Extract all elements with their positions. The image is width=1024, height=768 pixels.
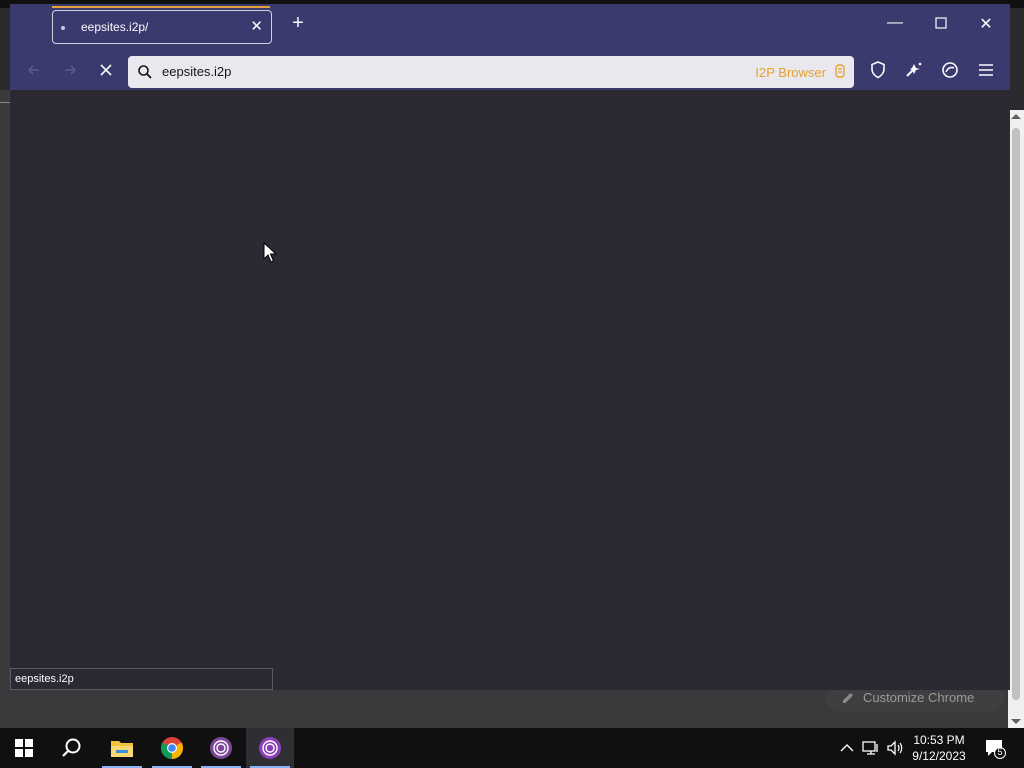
address-bar[interactable]: eepsites.i2p I2P Browser bbox=[128, 56, 854, 88]
close-window-button[interactable]: ✕ bbox=[971, 14, 1001, 34]
maximize-icon bbox=[935, 17, 947, 29]
address-bar-url[interactable]: eepsites.i2p bbox=[162, 64, 231, 79]
navigation-toolbar: eepsites.i2p I2P Browser bbox=[10, 50, 1010, 90]
tab-active-indicator bbox=[52, 6, 270, 8]
tab-strip: eepsites.i2p/ ✕ + — ✕ bbox=[10, 4, 1010, 50]
background-scrollbar[interactable] bbox=[1008, 110, 1024, 728]
maximize-button[interactable] bbox=[926, 14, 956, 34]
i2p-circle-icon[interactable] bbox=[938, 58, 962, 82]
scrollbar-thumb[interactable] bbox=[1012, 128, 1020, 700]
stop-loading-button[interactable] bbox=[94, 58, 118, 82]
taskbar-file-explorer[interactable] bbox=[98, 728, 146, 768]
shield-icon[interactable] bbox=[866, 58, 890, 82]
tab-close-icon[interactable]: ✕ bbox=[250, 17, 263, 35]
i2p-browser-label: I2P Browser bbox=[755, 65, 826, 80]
tab-loading-icon bbox=[61, 26, 65, 30]
mouse-cursor-icon bbox=[263, 242, 277, 263]
background-chrome-window bbox=[0, 90, 10, 728]
file-explorer-icon bbox=[111, 741, 133, 757]
tab-eepsites[interactable]: eepsites.i2p/ ✕ bbox=[52, 10, 272, 44]
search-icon bbox=[62, 738, 81, 757]
windows-taskbar: 10:53 PM 9/12/2023 5 bbox=[0, 728, 1024, 768]
notification-count-badge: 5 bbox=[997, 747, 1003, 757]
taskbar-search-button[interactable] bbox=[48, 728, 96, 768]
scroll-down-arrow-icon[interactable] bbox=[1011, 719, 1021, 724]
new-tab-button[interactable]: + bbox=[287, 12, 309, 35]
system-clock[interactable]: 10:53 PM 9/12/2023 bbox=[906, 732, 972, 764]
back-button[interactable] bbox=[22, 58, 46, 82]
tab-title: eepsites.i2p/ bbox=[81, 20, 149, 34]
chrome-icon bbox=[161, 737, 183, 759]
i2p-browser-window: eepsites.i2p/ ✕ + — ✕ eepsites.i2p I2P B… bbox=[10, 4, 1010, 690]
pencil-icon bbox=[843, 692, 853, 703]
customize-chrome-label: Customize Chrome bbox=[863, 689, 975, 705]
search-icon bbox=[138, 65, 152, 79]
tor-browser-icon bbox=[210, 737, 232, 759]
forward-arrow-icon bbox=[65, 65, 77, 75]
taskbar-chrome[interactable] bbox=[148, 728, 196, 768]
i2p-browser-icon bbox=[259, 737, 281, 759]
back-arrow-icon bbox=[27, 65, 39, 75]
taskbar-i2p-browser[interactable] bbox=[246, 728, 294, 768]
status-panel: eepsites.i2p bbox=[10, 668, 273, 690]
windows-start-icon bbox=[15, 739, 33, 757]
i2p-brand-icon bbox=[835, 64, 845, 78]
taskbar-tor-browser[interactable] bbox=[197, 728, 245, 768]
clock-time: 10:53 PM bbox=[913, 733, 965, 747]
clock-date: 9/12/2023 bbox=[912, 749, 966, 763]
noscript-icon[interactable] bbox=[902, 58, 926, 82]
network-icon[interactable] bbox=[862, 740, 880, 756]
start-button[interactable] bbox=[0, 728, 48, 768]
minimize-button[interactable]: — bbox=[880, 14, 910, 32]
page-content[interactable] bbox=[10, 90, 1010, 690]
menu-icon[interactable] bbox=[974, 58, 998, 82]
action-center-button[interactable]: 5 bbox=[984, 738, 1006, 765]
volume-icon[interactable] bbox=[886, 740, 904, 756]
show-hidden-icons-icon[interactable] bbox=[840, 743, 854, 753]
scroll-up-arrow-icon[interactable] bbox=[1011, 114, 1021, 119]
stop-icon bbox=[100, 64, 112, 76]
forward-button[interactable] bbox=[58, 58, 82, 82]
